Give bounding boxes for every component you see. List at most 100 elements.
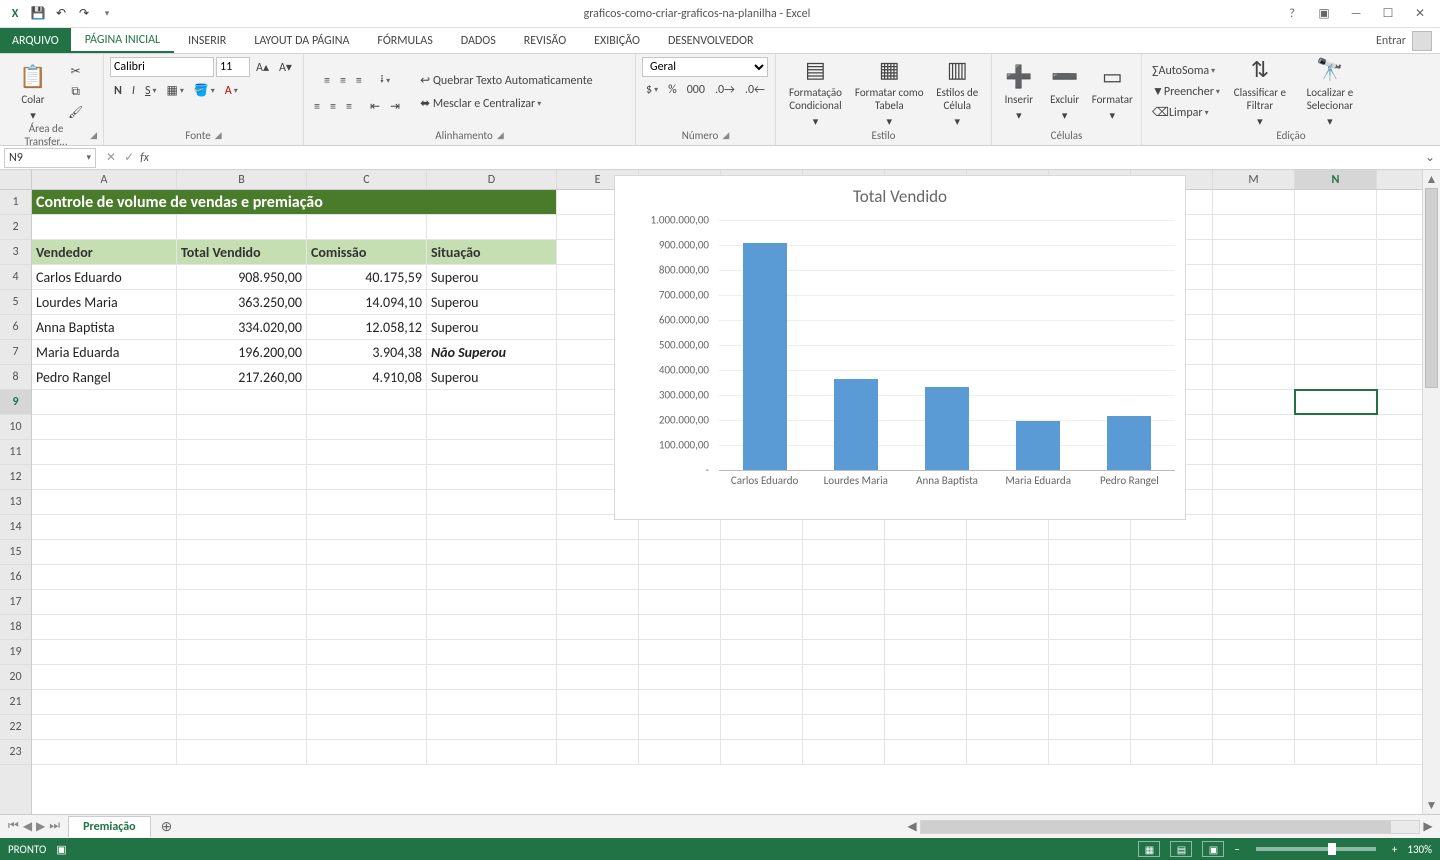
cell[interactable]: [307, 465, 427, 489]
cell[interactable]: [1213, 590, 1295, 614]
cell[interactable]: [427, 615, 557, 639]
cell[interactable]: [427, 540, 557, 564]
vscroll-thumb[interactable]: [1425, 188, 1438, 388]
chart-bar[interactable]: [1107, 416, 1151, 470]
cell[interactable]: [557, 615, 639, 639]
cell[interactable]: [557, 665, 639, 689]
cell[interactable]: [32, 715, 177, 739]
number-launcher-icon[interactable]: ◢: [722, 130, 729, 141]
cell[interactable]: [803, 690, 885, 714]
zoom-level[interactable]: 130%: [1407, 843, 1432, 856]
cell[interactable]: [177, 665, 307, 689]
cell[interactable]: [721, 690, 803, 714]
cell[interactable]: [32, 440, 177, 464]
cell[interactable]: 217.260,00: [177, 365, 307, 389]
cell[interactable]: [307, 590, 427, 614]
cell[interactable]: [1295, 590, 1377, 614]
cell[interactable]: [1295, 265, 1377, 289]
cell[interactable]: [803, 565, 885, 589]
cell[interactable]: [721, 740, 803, 764]
row-header[interactable]: 22: [0, 715, 31, 740]
fx-icon[interactable]: fx: [140, 151, 155, 165]
sort-filter-button[interactable]: ⇅Classificar e Filtrar▾: [1228, 59, 1292, 125]
cell[interactable]: [1213, 290, 1295, 314]
page-break-view-button[interactable]: ▣: [1202, 841, 1224, 857]
cell[interactable]: [967, 715, 1049, 739]
new-sheet-button[interactable]: ⊕: [151, 818, 183, 835]
zoom-slider[interactable]: [1256, 847, 1376, 851]
cell[interactable]: [307, 515, 427, 539]
tab-revisão[interactable]: REVISÃO: [510, 28, 580, 53]
row-header[interactable]: 11: [0, 440, 31, 465]
cell[interactable]: [721, 665, 803, 689]
cell[interactable]: [307, 490, 427, 514]
tab-dados[interactable]: DADOS: [447, 28, 510, 53]
normal-view-button[interactable]: ▦: [1138, 841, 1160, 857]
tab-inserir[interactable]: INSERIR: [174, 28, 240, 53]
cell[interactable]: [1295, 215, 1377, 239]
cell[interactable]: [1295, 715, 1377, 739]
column-header[interactable]: A: [32, 170, 177, 189]
embedded-chart[interactable]: Total Vendido -100.000,00200.000,00300.0…: [614, 175, 1186, 520]
cell[interactable]: [803, 540, 885, 564]
row-header[interactable]: 3: [0, 240, 31, 265]
cell[interactable]: [639, 565, 721, 589]
scroll-down-icon[interactable]: ▼: [1423, 796, 1440, 814]
cell[interactable]: Vendedor: [32, 240, 177, 264]
row-header[interactable]: 6: [0, 315, 31, 340]
sheet-nav-next-icon[interactable]: ▶: [36, 819, 45, 834]
cell[interactable]: [1295, 415, 1377, 439]
cancel-formula-icon[interactable]: ✕: [106, 150, 116, 165]
cell[interactable]: [427, 465, 557, 489]
cell[interactable]: [427, 690, 557, 714]
cell[interactable]: Carlos Eduardo: [32, 265, 177, 289]
cell[interactable]: [803, 715, 885, 739]
cell[interactable]: [557, 690, 639, 714]
cell[interactable]: [885, 565, 967, 589]
redo-icon[interactable]: ↷: [75, 5, 93, 23]
increase-decimal-button[interactable]: .0→: [711, 81, 739, 99]
cell[interactable]: [1213, 540, 1295, 564]
cell[interactable]: [1049, 540, 1131, 564]
cut-button[interactable]: ✂: [67, 62, 85, 81]
cell[interactable]: [1213, 190, 1295, 214]
cell[interactable]: [32, 690, 177, 714]
align-bottom-button[interactable]: ≡: [352, 68, 366, 93]
chart-bar[interactable]: [1016, 421, 1060, 470]
cell[interactable]: [885, 615, 967, 639]
cell[interactable]: [557, 715, 639, 739]
undo-icon[interactable]: ↶: [52, 5, 70, 23]
cell[interactable]: [427, 440, 557, 464]
row-header[interactable]: 13: [0, 490, 31, 515]
column-header[interactable]: C: [307, 170, 427, 189]
cell[interactable]: [557, 640, 639, 664]
row-header[interactable]: 15: [0, 540, 31, 565]
align-center-button[interactable]: ≡: [326, 97, 340, 116]
cell[interactable]: [1131, 715, 1213, 739]
merge-center-button[interactable]: ⬌ Mesclar e Centralizar▾: [416, 94, 545, 113]
column-header[interactable]: M: [1213, 170, 1295, 189]
font-color-button[interactable]: A▾: [221, 81, 242, 100]
cell[interactable]: [1213, 515, 1295, 539]
cell[interactable]: [307, 565, 427, 589]
cell[interactable]: [1213, 365, 1295, 389]
align-middle-button[interactable]: ≡: [336, 68, 350, 93]
cell[interactable]: [32, 465, 177, 489]
tab-fórmulas[interactable]: FÓRMULAS: [363, 28, 446, 53]
cell[interactable]: [1213, 565, 1295, 589]
cell[interactable]: [557, 565, 639, 589]
underline-button[interactable]: S▾: [141, 81, 161, 100]
cell[interactable]: [307, 665, 427, 689]
cell[interactable]: [721, 540, 803, 564]
column-header[interactable]: B: [177, 170, 307, 189]
minimize-icon[interactable]: —: [1346, 4, 1366, 24]
cell[interactable]: [803, 665, 885, 689]
cell[interactable]: [307, 390, 427, 414]
cell[interactable]: Pedro Rangel: [32, 365, 177, 389]
cell[interactable]: Total Vendido: [177, 240, 307, 264]
cell[interactable]: [1295, 640, 1377, 664]
cell[interactable]: Comissão: [307, 240, 427, 264]
cell[interactable]: [721, 640, 803, 664]
cell[interactable]: 3.904,38: [307, 340, 427, 364]
cell[interactable]: [1295, 340, 1377, 364]
